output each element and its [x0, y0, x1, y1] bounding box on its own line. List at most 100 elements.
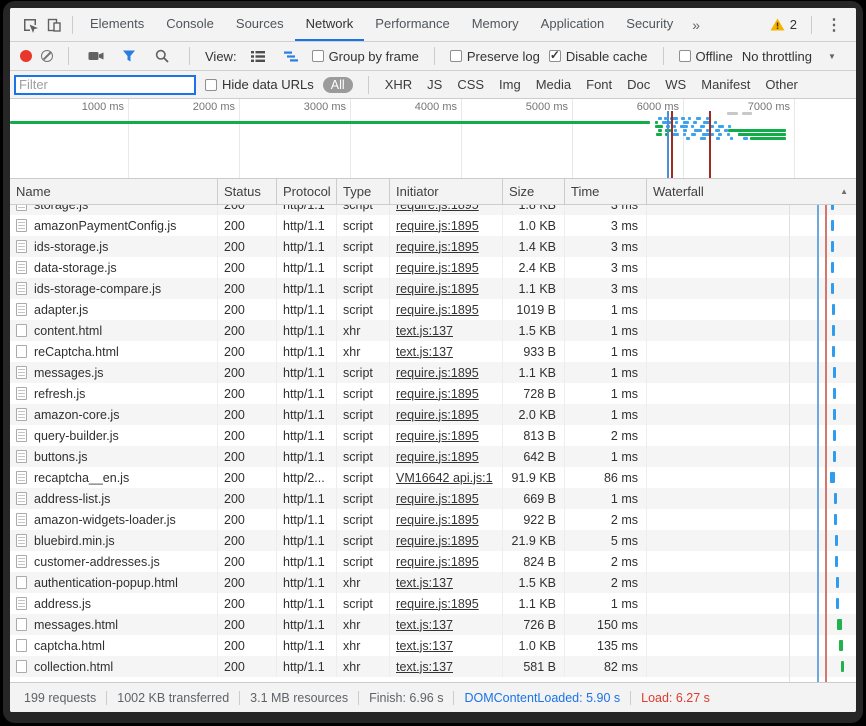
- table-row[interactable]: refresh.js200http/1.1scriptrequire.js:18…: [10, 383, 856, 404]
- initiator-link[interactable]: require.js:1895: [396, 366, 479, 380]
- initiator-link[interactable]: text.js:137: [396, 660, 453, 674]
- initiator-link[interactable]: require.js:1895: [396, 429, 479, 443]
- offline-checkbox[interactable]: Offline: [679, 49, 733, 64]
- table-row[interactable]: recaptcha__en.js200http/2...scriptVM1664…: [10, 467, 856, 488]
- initiator-link[interactable]: require.js:1895: [396, 219, 479, 233]
- initiator-link[interactable]: require.js:1895: [396, 534, 479, 548]
- initiator-link[interactable]: require.js:1895: [396, 513, 479, 527]
- filter-type-manifest[interactable]: Manifest: [700, 77, 751, 92]
- waterfall-view-icon[interactable]: [279, 44, 303, 68]
- tab-elements[interactable]: Elements: [79, 8, 155, 41]
- initiator-link[interactable]: require.js:1895: [396, 408, 479, 422]
- screenshot-capture-icon[interactable]: [84, 44, 108, 68]
- filter-type-all[interactable]: All: [323, 77, 353, 93]
- column-header-size[interactable]: Size: [503, 179, 565, 204]
- initiator-link[interactable]: require.js:1895: [396, 282, 479, 296]
- tab-sources[interactable]: Sources: [225, 8, 295, 41]
- cell-protocol: http/1.1: [277, 530, 337, 551]
- column-header-time[interactable]: Time: [565, 179, 647, 204]
- table-row[interactable]: captcha.html200http/1.1xhrtext.js:1371.0…: [10, 635, 856, 656]
- filter-type-media[interactable]: Media: [535, 77, 572, 92]
- list-view-icon[interactable]: [246, 44, 270, 68]
- table-row[interactable]: data-storage.js200http/1.1scriptrequire.…: [10, 257, 856, 278]
- group-by-frame-checkbox[interactable]: Group by frame: [312, 49, 419, 64]
- table-row[interactable]: content.html200http/1.1xhrtext.js:1371.5…: [10, 320, 856, 341]
- preserve-log-checkbox[interactable]: Preserve log: [450, 49, 540, 64]
- filter-type-xhr[interactable]: XHR: [384, 77, 413, 92]
- filter-type-img[interactable]: Img: [498, 77, 522, 92]
- menu-kebab-icon[interactable]: ⋮: [818, 15, 850, 35]
- table-row[interactable]: bluebird.min.js200http/1.1scriptrequire.…: [10, 530, 856, 551]
- table-row[interactable]: ids-storage-compare.js200http/1.1scriptr…: [10, 278, 856, 299]
- tab-application[interactable]: Application: [530, 8, 616, 41]
- more-tabs-chevron[interactable]: »: [684, 17, 708, 33]
- tab-console[interactable]: Console: [155, 8, 225, 41]
- tab-network[interactable]: Network: [295, 8, 365, 41]
- initiator-link[interactable]: require.js:1895: [396, 597, 479, 611]
- timeline-overview[interactable]: 1000 ms2000 ms3000 ms4000 ms5000 ms6000 …: [10, 99, 856, 179]
- table-row[interactable]: query-builder.js200http/1.1scriptrequire…: [10, 425, 856, 446]
- initiator-link[interactable]: require.js:1895: [396, 205, 479, 212]
- cell-time: 82 ms: [565, 656, 647, 677]
- table-row[interactable]: ids-storage.js200http/1.1scriptrequire.j…: [10, 236, 856, 257]
- filter-type-other[interactable]: Other: [764, 77, 799, 92]
- request-name: adapter.js: [34, 303, 88, 317]
- column-header-name[interactable]: Name: [10, 179, 218, 204]
- filter-type-css[interactable]: CSS: [456, 77, 485, 92]
- table-row[interactable]: authentication-popup.html200http/1.1xhrt…: [10, 572, 856, 593]
- filter-type-js[interactable]: JS: [426, 77, 443, 92]
- warning-badge[interactable]: 2: [762, 17, 805, 32]
- table-row[interactable]: buttons.js200http/1.1scriptrequire.js:18…: [10, 446, 856, 467]
- device-toolbar-icon[interactable]: [42, 13, 66, 37]
- filter-type-ws[interactable]: WS: [664, 77, 687, 92]
- table-row[interactable]: storage.js200http/1.1scriptrequire.js:18…: [10, 205, 856, 215]
- initiator-link[interactable]: text.js:137: [396, 576, 453, 590]
- table-row[interactable]: messages.js200http/1.1scriptrequire.js:1…: [10, 362, 856, 383]
- table-row[interactable]: reCaptcha.html200http/1.1xhrtext.js:1379…: [10, 341, 856, 362]
- column-header-status[interactable]: Status: [218, 179, 277, 204]
- hide-data-urls-checkbox[interactable]: Hide data URLs: [205, 77, 314, 92]
- table-row[interactable]: customer-addresses.js200http/1.1scriptre…: [10, 551, 856, 572]
- table-row[interactable]: amazonPaymentConfig.js200http/1.1scriptr…: [10, 215, 856, 236]
- filter-type-doc[interactable]: Doc: [626, 77, 651, 92]
- tab-performance[interactable]: Performance: [364, 8, 460, 41]
- table-row[interactable]: messages.html200http/1.1xhrtext.js:13772…: [10, 614, 856, 635]
- initiator-link[interactable]: require.js:1895: [396, 450, 479, 464]
- column-header-type[interactable]: Type: [337, 179, 390, 204]
- cell-time: 3 ms: [565, 278, 647, 299]
- record-button[interactable]: [20, 50, 32, 62]
- column-header-initiator[interactable]: Initiator: [390, 179, 503, 204]
- search-icon[interactable]: [150, 44, 174, 68]
- column-header-waterfall[interactable]: Waterfall▲: [647, 179, 856, 204]
- filter-type-font[interactable]: Font: [585, 77, 613, 92]
- table-row[interactable]: address-list.js200http/1.1scriptrequire.…: [10, 488, 856, 509]
- initiator-link[interactable]: require.js:1895: [396, 240, 479, 254]
- inspect-element-icon[interactable]: [18, 13, 42, 37]
- request-name: messages.js: [34, 366, 103, 380]
- initiator-link[interactable]: VM16642 api.js:1: [396, 471, 493, 485]
- filter-funnel-icon[interactable]: [117, 44, 141, 68]
- table-row[interactable]: amazon-core.js200http/1.1scriptrequire.j…: [10, 404, 856, 425]
- initiator-link[interactable]: text.js:137: [396, 345, 453, 359]
- clear-button[interactable]: [41, 50, 53, 62]
- initiator-link[interactable]: text.js:137: [396, 324, 453, 338]
- column-header-protocol[interactable]: Protocol: [277, 179, 337, 204]
- filter-input[interactable]: [14, 75, 196, 95]
- initiator-link[interactable]: require.js:1895: [396, 261, 479, 275]
- table-row[interactable]: adapter.js200http/1.1scriptrequire.js:18…: [10, 299, 856, 320]
- initiator-link[interactable]: require.js:1895: [396, 387, 479, 401]
- cell-time: 2 ms: [565, 572, 647, 593]
- cell-protocol: http/1.1: [277, 488, 337, 509]
- table-row[interactable]: address.js200http/1.1scriptrequire.js:18…: [10, 593, 856, 614]
- initiator-link[interactable]: text.js:137: [396, 639, 453, 653]
- tab-memory[interactable]: Memory: [461, 8, 530, 41]
- initiator-link[interactable]: text.js:137: [396, 618, 453, 632]
- table-row[interactable]: collection.html200http/1.1xhrtext.js:137…: [10, 656, 856, 677]
- throttling-dropdown[interactable]: No throttling▼: [742, 49, 836, 64]
- disable-cache-checkbox[interactable]: Disable cache: [549, 49, 648, 64]
- initiator-link[interactable]: require.js:1895: [396, 555, 479, 569]
- tab-security[interactable]: Security: [615, 8, 684, 41]
- table-row[interactable]: amazon-widgets-loader.js200http/1.1scrip…: [10, 509, 856, 530]
- initiator-link[interactable]: require.js:1895: [396, 303, 479, 317]
- initiator-link[interactable]: require.js:1895: [396, 492, 479, 506]
